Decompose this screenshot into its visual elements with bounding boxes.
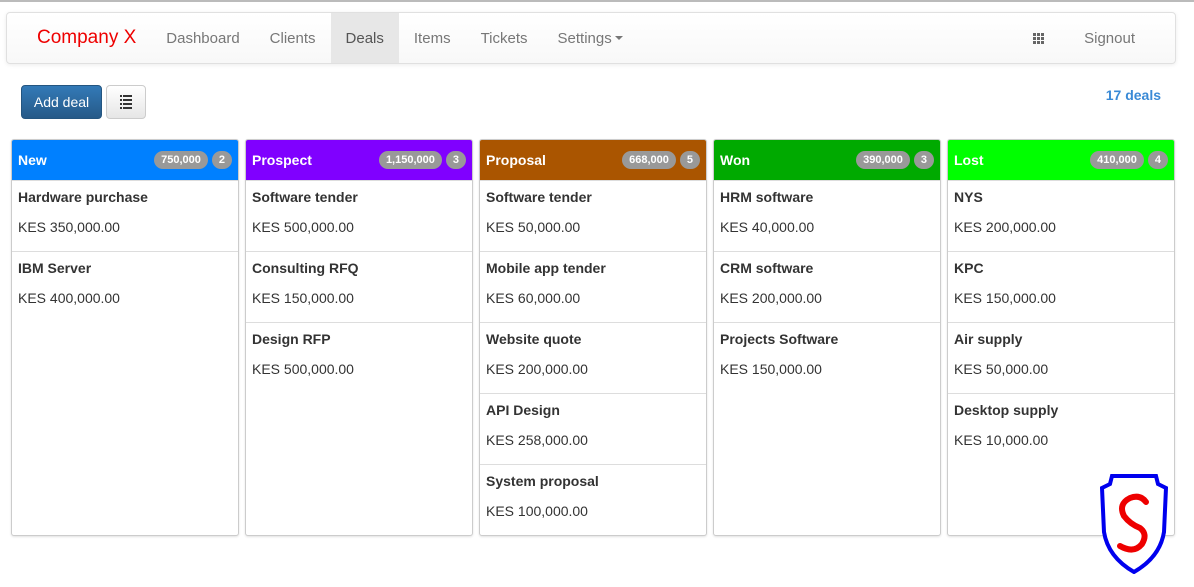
deal-name: Website quote <box>486 331 582 347</box>
deal-name: Desktop supply <box>954 402 1059 418</box>
deal-card[interactable]: Website quote KES 200,000.00 <box>480 322 706 393</box>
nav-items[interactable]: Items <box>399 13 466 63</box>
nav-settings-label: Settings <box>557 29 612 47</box>
deal-amount: KES 10,000.00 <box>954 432 1049 448</box>
signout-link[interactable]: Signout <box>1069 13 1175 63</box>
deal-amount: KES 150,000.00 <box>954 290 1056 306</box>
deal-card[interactable]: KPC KES 150,000.00 <box>948 251 1174 322</box>
deal-card[interactable]: Mobile app tender KES 60,000.00 <box>480 251 706 322</box>
deal-card[interactable]: API Design KES 258,000.00 <box>480 393 706 464</box>
deal-card[interactable]: Consulting RFQ KES 150,000.00 <box>246 251 472 322</box>
deal-amount: KES 500,000.00 <box>252 219 354 235</box>
deal-amount: KES 150,000.00 <box>252 290 354 306</box>
deal-name: Software tender <box>252 189 358 205</box>
deal-name: Projects Software <box>720 331 839 347</box>
deal-card[interactable]: Desktop supply KES 10,000.00 <box>948 393 1174 464</box>
column-total-badge: 1,150,000 <box>378 151 442 169</box>
deal-amount: KES 500,000.00 <box>252 361 354 377</box>
deal-name: NYS <box>954 189 983 205</box>
deal-name: API Design <box>486 402 560 418</box>
column-won: Won 390,000 3 HRM software KES 40,000.00… <box>713 139 941 536</box>
column-count-badge: 2 <box>211 151 232 169</box>
column-prospect: Prospect 1,150,000 3 Software tender KES… <box>245 139 473 536</box>
brand-link[interactable]: Company X <box>7 13 151 63</box>
deal-name: HRM software <box>720 189 814 205</box>
deal-card[interactable]: IBM Server KES 400,000.00 <box>12 251 238 322</box>
deal-card[interactable]: Design RFP KES 500,000.00 <box>246 322 472 393</box>
deal-amount: KES 200,000.00 <box>720 290 822 306</box>
column-proposal: Proposal 668,000 5 Software tender KES 5… <box>479 139 707 536</box>
column-title: New <box>18 152 47 168</box>
deal-amount: KES 258,000.00 <box>486 432 588 448</box>
column-count-badge: 3 <box>913 151 934 169</box>
nav-deals[interactable]: Deals <box>330 13 399 63</box>
deal-amount: KES 150,000.00 <box>720 361 822 377</box>
nav-settings-dropdown[interactable]: Settings <box>543 13 638 63</box>
grid-icon <box>1033 32 1045 44</box>
deal-name: Design RFP <box>252 331 331 347</box>
deal-amount: KES 200,000.00 <box>486 361 588 377</box>
deal-card[interactable]: Projects Software KES 150,000.00 <box>714 322 940 393</box>
deal-card[interactable]: HRM software KES 40,000.00 <box>714 180 940 251</box>
deal-amount: KES 200,000.00 <box>954 219 1056 235</box>
column-title: Proposal <box>486 152 546 168</box>
column-new: New 750,000 2 Hardware purchase KES 350,… <box>11 139 239 536</box>
deal-name: Consulting RFQ <box>252 260 359 276</box>
deal-amount: KES 40,000.00 <box>720 219 815 235</box>
deal-card[interactable]: Hardware purchase KES 350,000.00 <box>12 180 238 251</box>
caret-down-icon <box>614 36 623 40</box>
nav-dashboard[interactable]: Dashboard <box>151 13 254 63</box>
deal-name: IBM Server <box>18 260 92 276</box>
deal-amount: KES 50,000.00 <box>954 361 1049 377</box>
deal-amount: KES 400,000.00 <box>18 290 120 306</box>
add-deal-button[interactable]: Add deal <box>21 85 102 119</box>
column-count-badge: 4 <box>1147 151 1168 169</box>
column-title: Won <box>720 152 751 168</box>
nav-clients[interactable]: Clients <box>255 13 331 63</box>
shield-s-logo <box>1100 474 1168 574</box>
deal-amount: KES 50,000.00 <box>486 219 581 235</box>
deal-name: Air supply <box>954 331 1023 347</box>
column-header: New 750,000 2 <box>12 140 238 180</box>
deal-name: KPC <box>954 260 984 276</box>
deal-amount: KES 350,000.00 <box>18 219 120 235</box>
deal-name: Hardware purchase <box>18 189 148 205</box>
column-header: Prospect 1,150,000 3 <box>246 140 472 180</box>
deal-count[interactable]: 17 deals <box>1106 87 1161 103</box>
column-total-badge: 410,000 <box>1090 151 1144 169</box>
list-view-button[interactable] <box>106 85 146 119</box>
deal-card[interactable]: CRM software KES 200,000.00 <box>714 251 940 322</box>
kanban-board: New 750,000 2 Hardware purchase KES 350,… <box>11 139 1175 536</box>
column-count-badge: 5 <box>679 151 700 169</box>
column-count-badge: 3 <box>445 151 466 169</box>
column-title: Prospect <box>252 152 312 168</box>
column-total-badge: 668,000 <box>622 151 676 169</box>
apps-button[interactable] <box>1008 13 1069 63</box>
navbar: Company X Dashboard Clients Deals Items … <box>6 12 1176 64</box>
list-icon <box>120 95 132 109</box>
column-title: Lost <box>954 152 984 168</box>
deal-card[interactable]: Air supply KES 50,000.00 <box>948 322 1174 393</box>
deal-card[interactable]: Software tender KES 500,000.00 <box>246 180 472 251</box>
deal-name: Software tender <box>486 189 592 205</box>
deal-amount: KES 100,000.00 <box>486 503 588 519</box>
column-total-badge: 750,000 <box>154 151 208 169</box>
column-header: Proposal 668,000 5 <box>480 140 706 180</box>
nav-right: Signout <box>1008 13 1175 63</box>
deal-name: System proposal <box>486 473 599 489</box>
column-header: Lost 410,000 4 <box>948 140 1174 180</box>
deal-card[interactable]: NYS KES 200,000.00 <box>948 180 1174 251</box>
deal-name: Mobile app tender <box>486 260 606 276</box>
nav-tickets[interactable]: Tickets <box>466 13 543 63</box>
deal-amount: KES 60,000.00 <box>486 290 581 306</box>
column-total-badge: 390,000 <box>856 151 910 169</box>
deal-card[interactable]: Software tender KES 50,000.00 <box>480 180 706 251</box>
column-header: Won 390,000 3 <box>714 140 940 180</box>
deal-name: CRM software <box>720 260 814 276</box>
deal-card[interactable]: System proposal KES 100,000.00 <box>480 464 706 535</box>
